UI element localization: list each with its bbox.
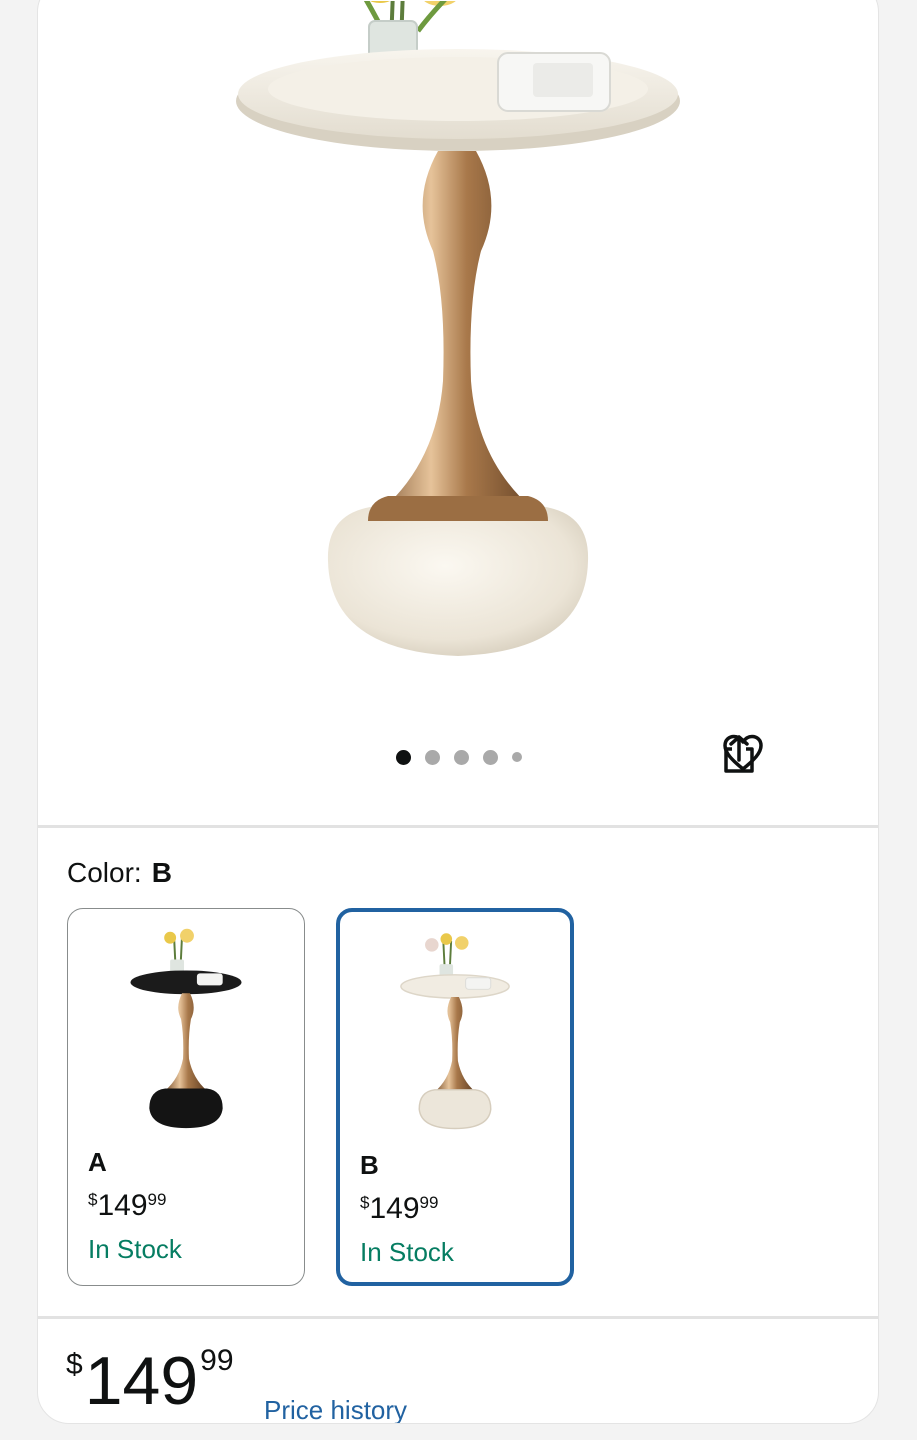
option-price-whole: 149 <box>97 1189 148 1222</box>
color-option-a[interactable]: A $14999 In Stock <box>67 908 305 1286</box>
price-whole: 149 <box>84 1343 199 1419</box>
selected-color-value: B <box>151 857 172 888</box>
option-price-fraction: 99 <box>419 1193 439 1212</box>
color-label: Color: B <box>67 857 172 889</box>
pagination-dot[interactable] <box>454 749 469 765</box>
option-name: A <box>88 1147 107 1177</box>
option-price: $14999 <box>360 1192 438 1226</box>
pagination-dot[interactable] <box>512 752 522 762</box>
price-history-link[interactable]: Price history <box>264 1395 407 1423</box>
option-name: B <box>360 1150 379 1180</box>
option-price-fraction: 99 <box>147 1190 167 1209</box>
share-icon <box>724 735 754 773</box>
option-price-whole: 149 <box>369 1192 420 1225</box>
gallery-actions <box>722 734 848 778</box>
color-option-thumbnail <box>400 933 510 1130</box>
pagination-dot[interactable] <box>425 749 440 765</box>
product-image <box>236 1 680 656</box>
price-fraction: 99 <box>200 1344 234 1377</box>
option-stock-status: In Stock <box>360 1237 454 1267</box>
section-divider <box>38 1316 878 1319</box>
color-label-text: Color: <box>67 857 142 888</box>
color-option-thumbnail <box>130 928 242 1129</box>
pagination-dot-active[interactable] <box>396 749 411 765</box>
color-option-b[interactable]: B $14999 In Stock <box>336 908 574 1286</box>
price-currency: $ <box>66 1348 83 1381</box>
product-price: $14999 <box>66 1344 234 1416</box>
pagination-dot[interactable] <box>483 749 498 765</box>
product-image-gallery[interactable] <box>38 1 878 801</box>
section-divider <box>38 825 878 828</box>
option-stock-status: In Stock <box>88 1234 182 1264</box>
share-button[interactable] <box>724 734 848 778</box>
option-price: $14999 <box>88 1189 166 1223</box>
product-card: Color: B A $14999 In Stock B $14999 In S… <box>37 0 879 1424</box>
